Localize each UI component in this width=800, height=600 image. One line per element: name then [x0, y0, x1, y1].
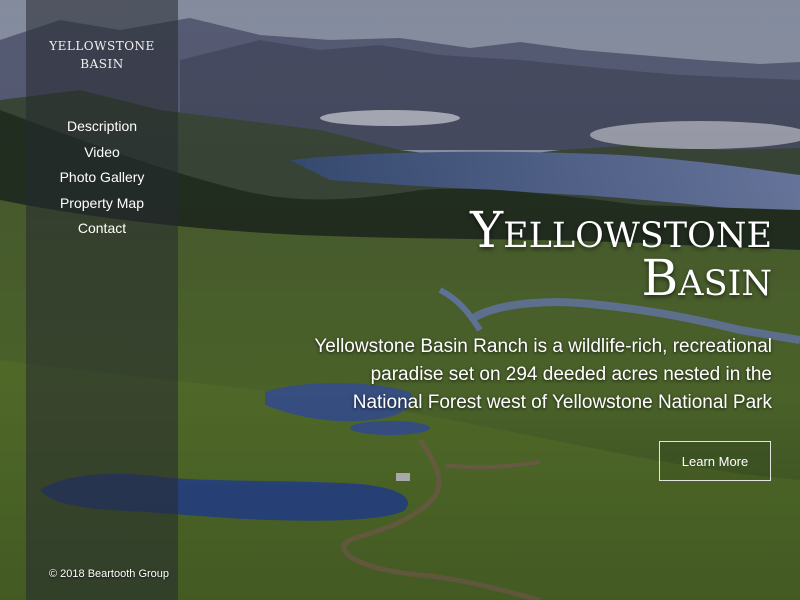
sidebar: Yellowstone Basin Description Video Phot… — [26, 0, 178, 600]
brand-line-2: Basin — [80, 57, 124, 71]
brand-line-1: Yellowstone — [49, 39, 155, 53]
learn-more-button[interactable]: Learn More — [659, 441, 771, 481]
hero-title-line-1: Yellowstone — [470, 201, 772, 259]
hero-title: Yellowstone Basin — [470, 201, 772, 307]
nav-item-description[interactable]: Description — [26, 114, 178, 140]
sidebar-nav: Description Video Photo Gallery Property… — [26, 114, 178, 242]
nav-item-property-map[interactable]: Property Map — [26, 191, 178, 217]
hero-description: Yellowstone Basin Ranch is a wildlife-ri… — [314, 336, 772, 413]
nav-item-contact[interactable]: Contact — [26, 216, 178, 242]
nav-item-photo-gallery[interactable]: Photo Gallery — [26, 165, 178, 191]
footer-copyright: © 2018 Beartooth Group — [49, 568, 170, 580]
nav-item-video[interactable]: Video — [26, 140, 178, 166]
brand-logo[interactable]: Yellowstone Basin — [26, 37, 178, 73]
hero-title-line-2: Basin — [641, 249, 772, 307]
